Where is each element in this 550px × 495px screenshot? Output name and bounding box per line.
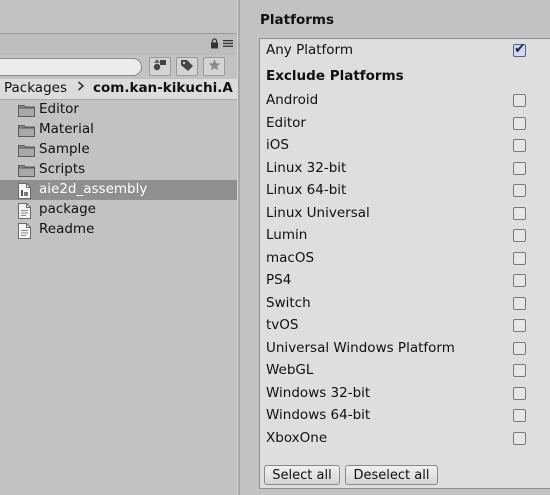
search-bar — [0, 55, 237, 79]
platform-label: iOS — [266, 137, 289, 153]
file-name: Scripts — [39, 161, 86, 177]
document-icon — [18, 223, 31, 243]
platform-row-linux-universal[interactable]: Linux Universal — [266, 204, 550, 224]
breadcrumb-item-packages[interactable]: Packages — [4, 80, 67, 96]
platform-row-ios[interactable]: iOS — [266, 136, 550, 156]
file-list-item[interactable]: Readme — [0, 220, 237, 240]
favorite-button[interactable] — [203, 57, 225, 76]
platform-row-tvos[interactable]: tvOS — [266, 316, 550, 336]
platform-checkbox[interactable] — [513, 386, 526, 400]
platform-checkbox[interactable] — [513, 184, 526, 197]
platform-label: XboxOne — [266, 429, 328, 446]
platform-row-android[interactable]: Android — [266, 91, 550, 111]
platform-checkbox[interactable] — [513, 229, 526, 242]
file-name: package — [39, 201, 96, 217]
filter-by-type-button[interactable] — [149, 57, 171, 76]
platform-label: Universal Windows Platform — [266, 339, 455, 356]
file-list-item[interactable]: Editor — [0, 100, 237, 120]
platform-row-linux-32-bit[interactable]: Linux 32-bit — [266, 159, 550, 179]
platform-label: Android — [266, 92, 319, 108]
file-name: Sample — [39, 141, 90, 157]
platform-label: tvOS — [266, 317, 299, 333]
file-list-item[interactable]: Material — [0, 120, 237, 140]
platform-label: macOS — [266, 249, 315, 266]
platform-checkbox[interactable] — [513, 116, 526, 130]
platform-label: Windows 64-bit — [266, 407, 371, 423]
platform-label: Switch — [266, 294, 311, 311]
platform-checkbox[interactable] — [513, 251, 526, 265]
breadcrumb-item-package-folder[interactable]: com.kan-kikuchi.A — [93, 80, 233, 96]
platform-checkbox[interactable] — [513, 206, 526, 220]
platform-checkbox[interactable] — [513, 139, 526, 152]
inspector-pane: Platforms Any Platform ✔ Exclude Platfor… — [240, 0, 550, 495]
any-platform-label: Any Platform — [266, 42, 354, 58]
file-name: aie2d_assembly — [39, 181, 148, 197]
platform-label: Windows 32-bit — [266, 384, 371, 401]
filter-by-label-button[interactable] — [176, 57, 198, 76]
project-pane-header — [0, 0, 237, 33]
platform-label: Linux 32-bit — [266, 159, 347, 176]
platform-checkbox[interactable] — [513, 431, 526, 445]
platform-label: WebGL — [266, 362, 314, 378]
any-platform-row[interactable]: Any Platform ✔ — [266, 41, 550, 61]
platform-row-xboxone[interactable]: XboxOne — [266, 429, 550, 449]
folder-icon — [18, 163, 35, 181]
file-name: Readme — [39, 221, 95, 237]
platform-row-universal-windows-platform[interactable]: Universal Windows Platform — [266, 339, 550, 359]
platform-row-windows-32-bit[interactable]: Windows 32-bit — [266, 384, 550, 404]
checkmark-icon: ✔ — [514, 41, 526, 57]
platform-row-linux-64-bit[interactable]: Linux 64-bit — [266, 181, 550, 201]
platform-label: Linux Universal — [266, 204, 370, 221]
file-name: Editor — [39, 101, 79, 117]
platform-checkbox[interactable] — [513, 94, 526, 107]
file-list-item[interactable]: Scripts — [0, 160, 237, 180]
file-list-item[interactable]: Sample — [0, 140, 237, 160]
breadcrumb-chevron-icon — [77, 80, 85, 96]
folder-icon — [18, 103, 35, 121]
platform-label: Linux 64-bit — [266, 182, 347, 198]
platform-row-windows-64-bit[interactable]: Windows 64-bit — [266, 406, 550, 426]
platform-label: Editor — [266, 114, 306, 131]
platform-checkbox[interactable] — [513, 274, 526, 287]
filter-by-type-icon — [153, 59, 167, 74]
any-platform-checkbox[interactable]: ✔ — [513, 41, 526, 57]
platform-row-lumin[interactable]: Lumin — [266, 226, 550, 246]
platform-checkbox[interactable] — [513, 296, 526, 310]
file-list-item[interactable]: package — [0, 200, 237, 220]
breadcrumb: Packages com.kan-kikuchi.A — [0, 79, 237, 100]
search-input[interactable] — [0, 58, 142, 76]
platform-row-ps4[interactable]: PS4 — [266, 271, 550, 291]
platform-label: PS4 — [266, 272, 292, 288]
platforms-title: Platforms — [260, 12, 334, 28]
project-pane-toolbar — [0, 33, 237, 55]
folder-icon — [18, 143, 35, 161]
folder-icon — [18, 123, 35, 141]
file-list-item[interactable]: aie2d_assembly — [0, 180, 237, 200]
platform-checkbox[interactable] — [513, 341, 526, 355]
platform-row-switch[interactable]: Switch — [266, 294, 550, 314]
platform-row-webgl[interactable]: WebGL — [266, 361, 550, 381]
platform-row-macos[interactable]: macOS — [266, 249, 550, 269]
platform-checkbox[interactable] — [513, 319, 526, 332]
platform-checkbox[interactable] — [513, 364, 526, 377]
file-name: Material — [39, 121, 94, 137]
exclude-platforms-heading: Exclude Platforms — [266, 68, 404, 84]
project-pane: Packages com.kan-kikuchi.A Editor Materia… — [0, 0, 237, 495]
filter-by-label-icon — [180, 59, 194, 75]
select-all-button[interactable]: Select all — [264, 465, 340, 485]
platform-label: Lumin — [266, 227, 308, 243]
platform-checkbox[interactable] — [513, 161, 526, 175]
platform-row-editor[interactable]: Editor — [266, 114, 550, 134]
platforms-panel: Any Platform ✔ Exclude Platforms Android… — [259, 38, 550, 489]
menu-icon[interactable] — [223, 38, 233, 52]
file-list: Editor Material Sample Scripts aie2d_assembl… — [0, 100, 237, 240]
platform-checkbox[interactable] — [513, 409, 526, 422]
deselect-all-button[interactable]: Deselect all — [345, 465, 438, 485]
lock-icon[interactable] — [210, 38, 219, 52]
favorite-star-icon — [208, 59, 221, 74]
